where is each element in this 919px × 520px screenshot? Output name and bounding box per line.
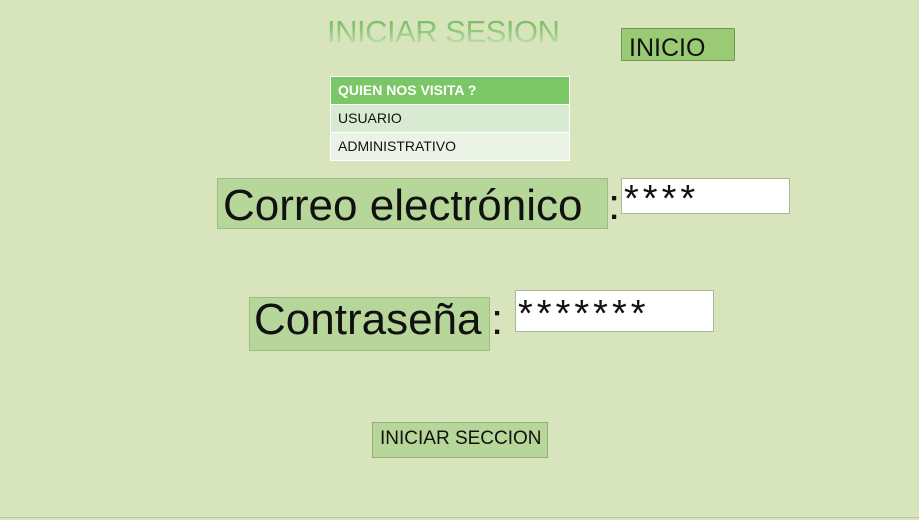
email-field[interactable]: **** [621, 178, 790, 214]
email-colon: : [608, 180, 621, 229]
visitor-option-usuario[interactable]: USUARIO [331, 105, 569, 133]
login-button[interactable]: INICIAR SECCION [372, 422, 548, 458]
inicio-button[interactable]: INICIO [621, 28, 735, 62]
email-label: Correo electrónico [217, 178, 608, 230]
visitor-type-header: QUIEN NOS VISITA ? [331, 77, 569, 105]
bottom-divider [0, 517, 919, 518]
password-field[interactable]: ******* [515, 290, 714, 332]
page-title: INICIAR SESION [327, 14, 560, 49]
visitor-type-table: QUIEN NOS VISITA ? USUARIO ADMINISTRATIV… [330, 76, 570, 161]
visitor-option-administrativo[interactable]: ADMINISTRATIVO [331, 133, 569, 160]
password-label: Contraseña [249, 297, 490, 351]
password-colon: : [491, 295, 504, 344]
